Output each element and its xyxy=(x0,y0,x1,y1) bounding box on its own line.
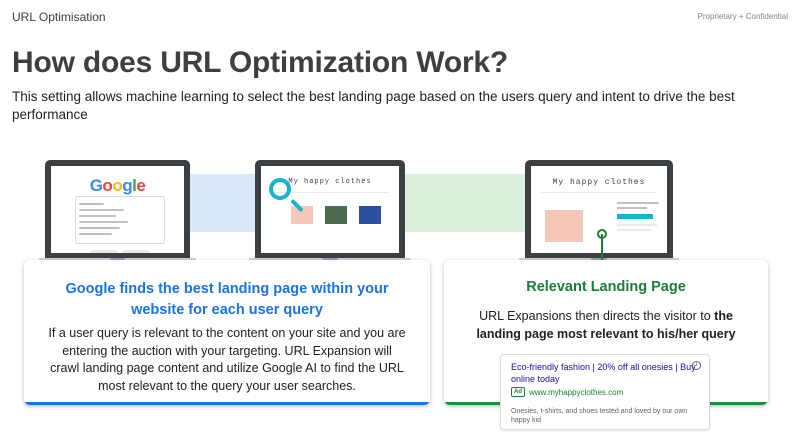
left-card-title: Google finds the best landing page withi… xyxy=(65,281,389,318)
connector-band-green xyxy=(405,174,525,232)
search-suggestions xyxy=(75,196,165,244)
search-screen: Google xyxy=(45,160,190,258)
connector-line xyxy=(601,234,603,262)
left-card-body: If a user query is relevant to the conte… xyxy=(48,326,406,393)
google-logo: Google xyxy=(89,176,146,195)
section-label: URL Optimisation xyxy=(12,10,106,24)
page-title: How does URL Optimization Work? xyxy=(12,46,509,79)
landing-screen: My happy clothes xyxy=(525,160,673,258)
tshirt-image xyxy=(325,206,347,224)
magnifier-icon xyxy=(269,178,291,200)
site-screen: My happy clothes xyxy=(255,160,405,258)
ad-badge: Ad xyxy=(511,387,525,397)
right-card-title: Relevant Landing Page xyxy=(526,279,686,295)
tshirt-image xyxy=(359,206,381,224)
search-button xyxy=(91,250,117,253)
confidential-note: Proprietary + Confidential xyxy=(697,12,789,21)
landing-shop-title: My happy clothes xyxy=(552,178,646,187)
ad-preview: i Eco-friendly fashion | 20% off all one… xyxy=(500,354,710,430)
ad-description: Onesies, t-shirts, and shoes tested and … xyxy=(511,408,688,424)
lucky-button xyxy=(123,250,149,253)
right-card-body: URL Expansions then directs the visitor … xyxy=(462,307,750,343)
tshirt-image xyxy=(545,210,583,242)
page-subtitle: This setting allows machine learning to … xyxy=(12,89,735,122)
info-icon: i xyxy=(692,361,701,370)
connector-band-blue xyxy=(190,174,260,232)
ad-url[interactable]: www.myhappyclothes.com xyxy=(529,388,623,397)
right-card-body-plain: URL Expansions then directs the visitor … xyxy=(479,309,715,323)
left-card: Google finds the best landing page withi… xyxy=(24,260,430,405)
ad-headline[interactable]: Eco-friendly fashion | 20% off all onesi… xyxy=(511,361,699,385)
add-to-cart-button xyxy=(617,214,653,219)
